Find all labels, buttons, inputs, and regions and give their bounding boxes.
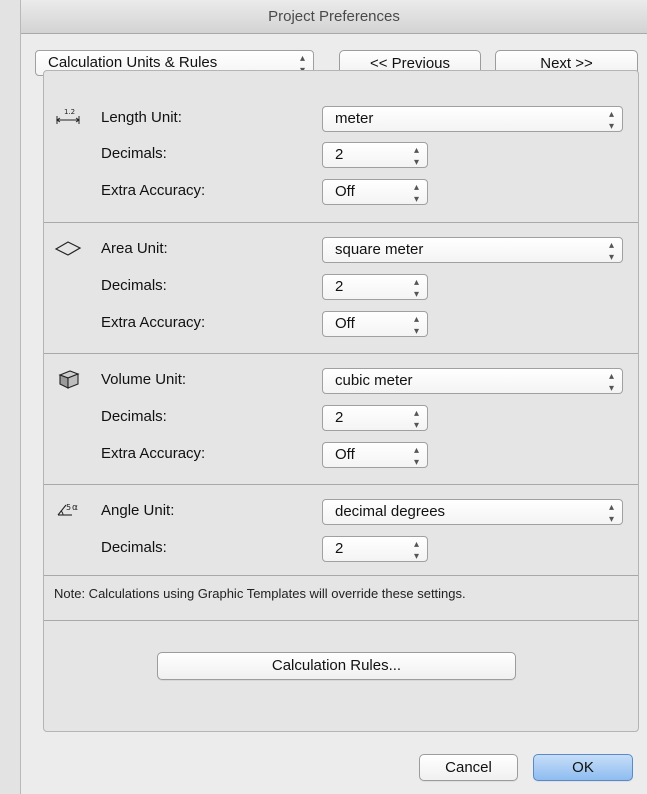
- volume-unit-value: cubic meter: [335, 372, 413, 389]
- area-accuracy-label: Extra Accuracy:: [101, 314, 206, 331]
- up-down-arrows-icon: ▴▾: [608, 371, 614, 394]
- divider: [44, 222, 638, 223]
- angle-decimals-label: Decimals:: [101, 539, 167, 556]
- up-down-arrows-icon: ▴▾: [413, 314, 419, 337]
- length-accuracy-select[interactable]: Off ▴ ▾: [322, 179, 428, 205]
- units-panel: 1.2 Length Unit: meter ▴ ▾ Decimals: 2 ▴ ▾…: [43, 70, 639, 732]
- volume-accuracy-label: Extra Accuracy:: [101, 445, 206, 462]
- length-unit-label: Length Unit:: [101, 109, 182, 126]
- up-down-arrows-icon: ▴▾: [608, 502, 614, 525]
- angle-decimals-value: 2: [335, 540, 344, 557]
- up-down-arrows-icon: ▴▾: [413, 539, 419, 562]
- area-decimals-select[interactable]: 2 ▴ ▾: [322, 274, 428, 300]
- volume-unit-select[interactable]: cubic meter ▴ ▾: [322, 368, 623, 394]
- length-decimals-value: 2: [335, 146, 344, 163]
- divider: [44, 353, 638, 354]
- divider: [44, 575, 638, 576]
- area-accuracy-value: Off: [335, 315, 355, 332]
- svg-text:1.2: 1.2: [64, 108, 75, 116]
- angle-unit-select[interactable]: decimal degrees ▴ ▾: [322, 499, 623, 525]
- length-accuracy-value: Off: [335, 183, 355, 200]
- volume-decimals-value: 2: [335, 409, 344, 426]
- cancel-button[interactable]: Cancel: [419, 754, 518, 781]
- divider: [44, 620, 638, 621]
- volume-accuracy-select[interactable]: Off ▴ ▾: [322, 442, 428, 468]
- angle-unit-label: Angle Unit:: [101, 502, 175, 519]
- length-accuracy-label: Extra Accuracy:: [101, 182, 206, 199]
- area-unit-value: square meter: [335, 241, 424, 258]
- area-accuracy-select[interactable]: Off ▴ ▾: [322, 311, 428, 337]
- area-parallelogram-icon: [54, 241, 82, 256]
- override-note: Note: Calculations using Graphic Templat…: [54, 586, 466, 601]
- up-down-arrows-icon: ▴▾: [413, 145, 419, 168]
- angle-icon: 5 α: [57, 503, 78, 516]
- up-down-arrows-icon: ▴▾: [608, 240, 614, 263]
- svg-text:5: 5: [66, 503, 71, 512]
- length-measure-icon: 1.2: [56, 108, 80, 124]
- ok-button[interactable]: OK: [533, 754, 633, 781]
- volume-unit-label: Volume Unit:: [101, 371, 187, 388]
- volume-accuracy-value: Off: [335, 446, 355, 463]
- volume-decimals-select[interactable]: 2 ▴ ▾: [322, 405, 428, 431]
- angle-decimals-select[interactable]: 2 ▴ ▾: [322, 536, 428, 562]
- window-title: Project Preferences: [21, 0, 647, 34]
- svg-text:α: α: [72, 503, 78, 513]
- project-preferences-window: Project Preferences Calculation Units & …: [20, 0, 647, 794]
- length-unit-value: meter: [335, 110, 374, 127]
- section-select-value: Calculation Units & Rules: [48, 54, 218, 71]
- up-down-arrows-icon: ▴▾: [413, 277, 419, 300]
- volume-decimals-label: Decimals:: [101, 408, 167, 425]
- up-down-arrows-icon: ▴▾: [413, 445, 419, 468]
- divider: [44, 484, 638, 485]
- area-decimals-label: Decimals:: [101, 277, 167, 294]
- length-decimals-select[interactable]: 2 ▴ ▾: [322, 142, 428, 168]
- up-down-arrows-icon: ▴▾: [413, 408, 419, 431]
- area-unit-select[interactable]: square meter ▴ ▾: [322, 237, 623, 263]
- calculation-rules-button[interactable]: Calculation Rules...: [157, 652, 516, 680]
- up-down-arrows-icon: ▴▾: [608, 109, 614, 132]
- up-down-arrows-icon: ▴▾: [413, 182, 419, 205]
- angle-unit-value: decimal degrees: [335, 503, 446, 520]
- volume-box-icon: [58, 370, 80, 389]
- length-unit-select[interactable]: meter ▴ ▾: [322, 106, 623, 132]
- area-unit-label: Area Unit:: [101, 240, 168, 257]
- length-decimals-label: Decimals:: [101, 145, 167, 162]
- area-decimals-value: 2: [335, 278, 344, 295]
